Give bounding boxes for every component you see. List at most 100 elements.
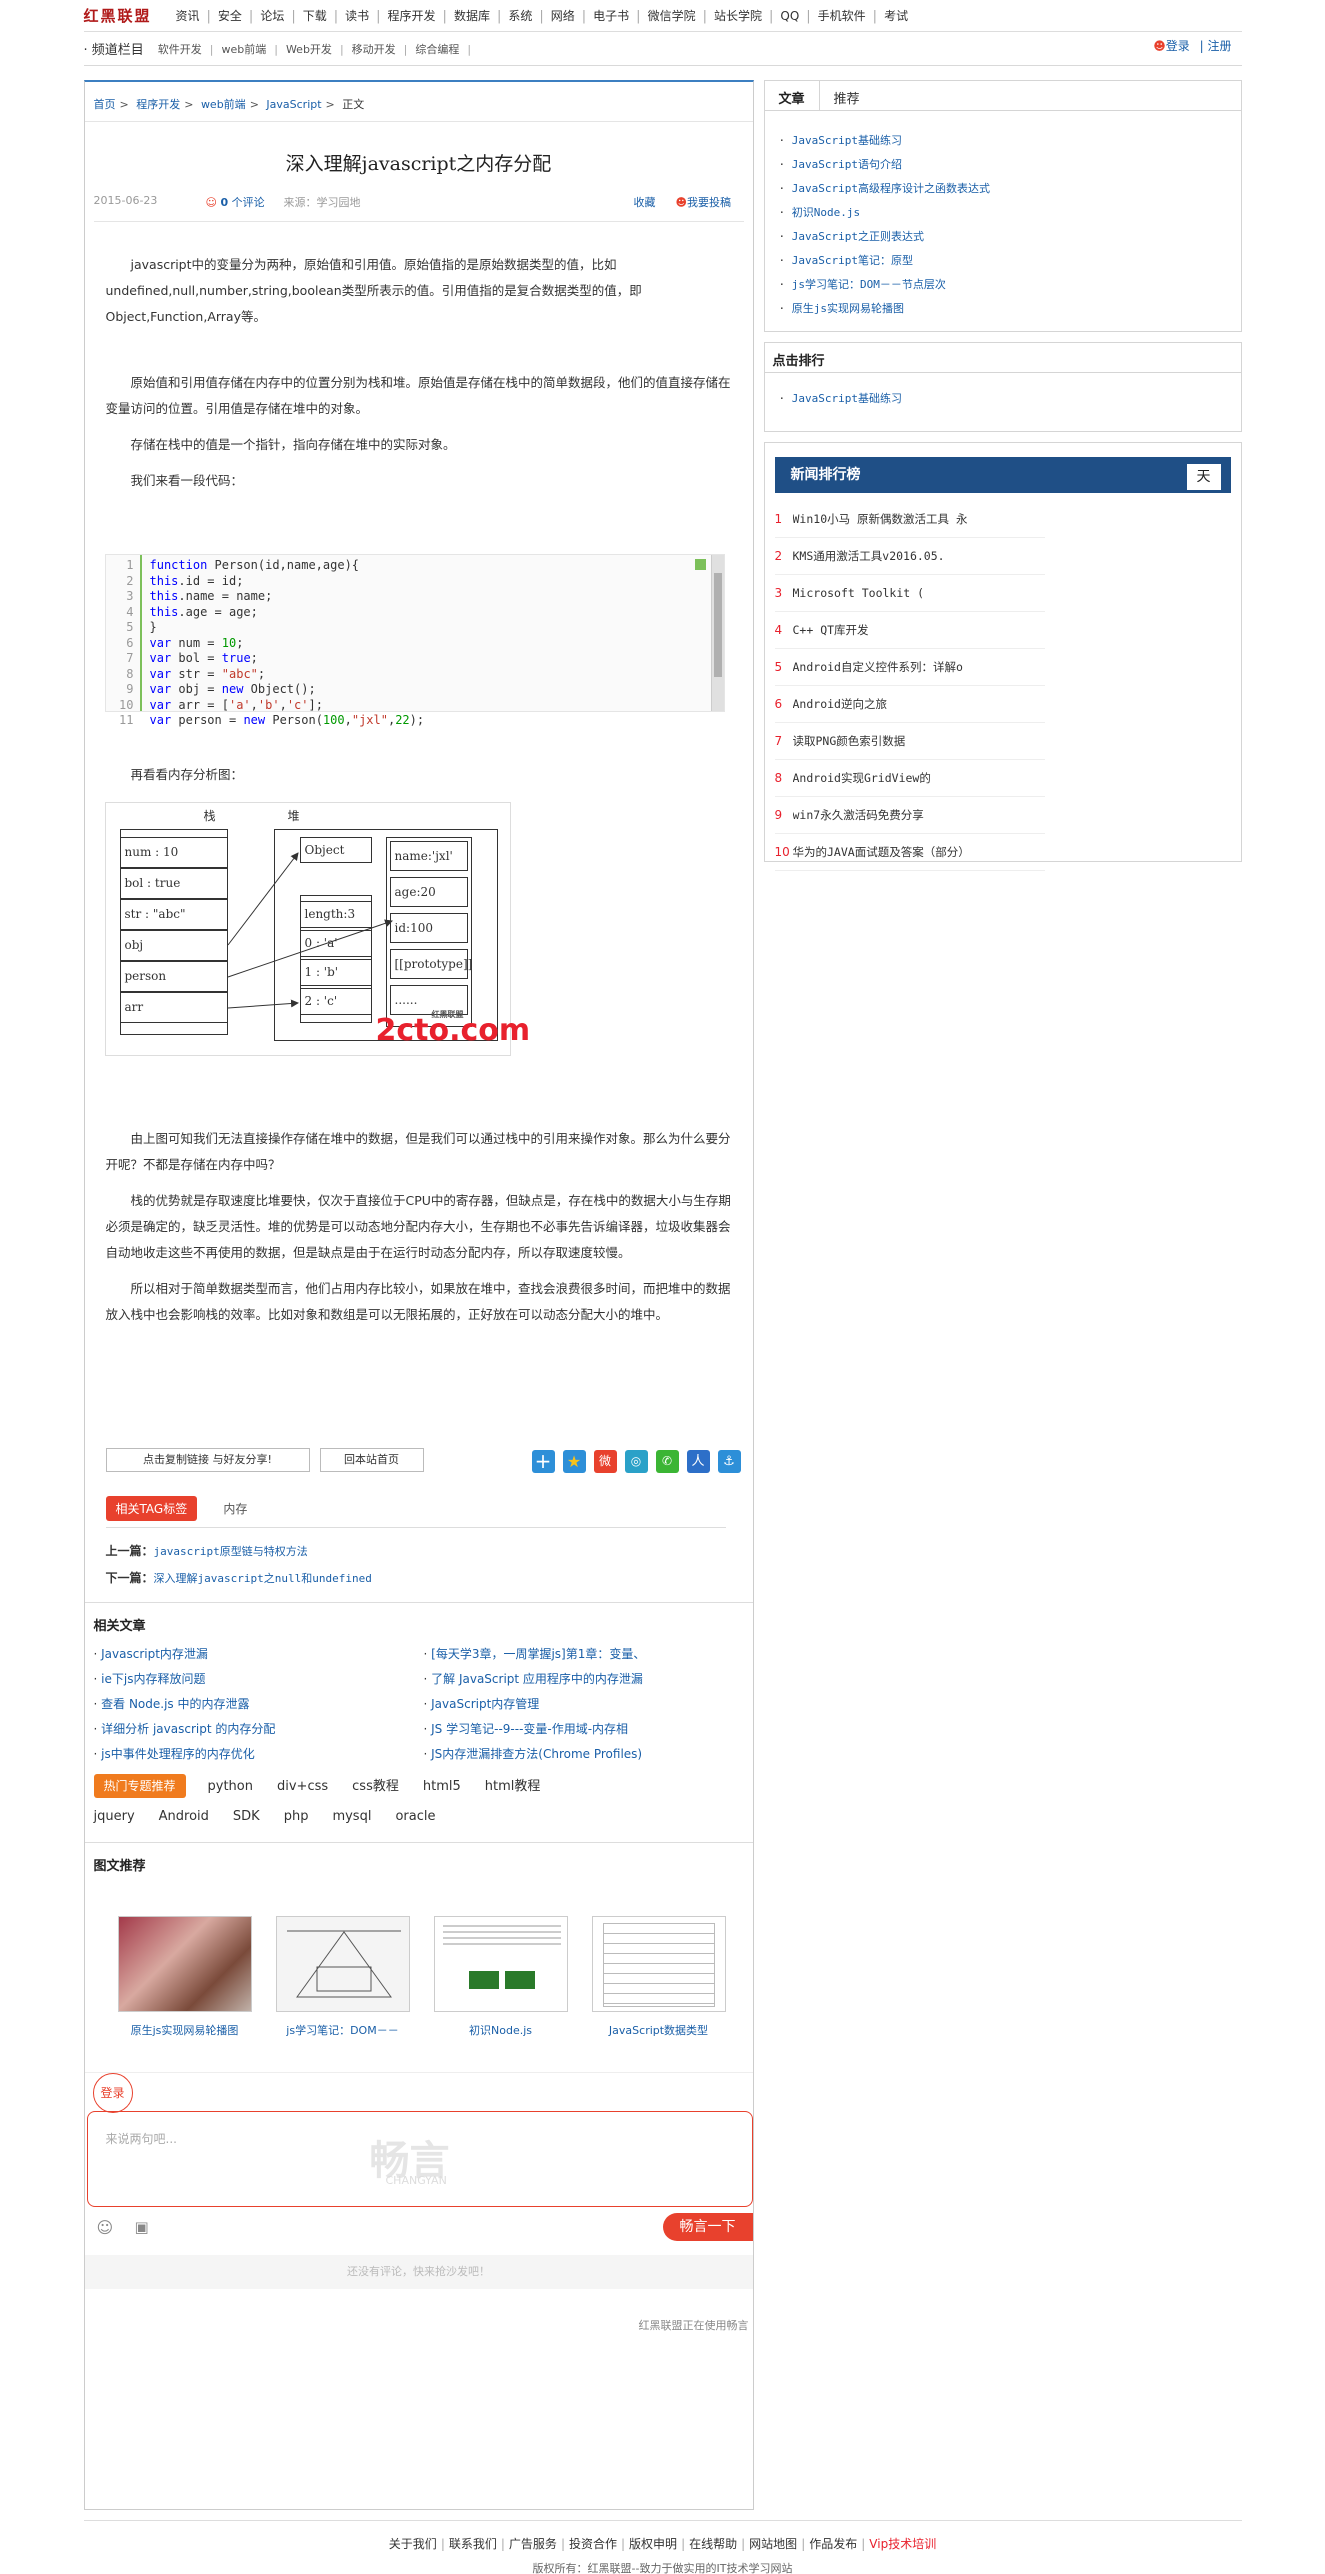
- sidebar-article-link[interactable]: JavaScript基础练习: [779, 129, 1227, 153]
- image-upload-icon[interactable]: ▣: [135, 2218, 149, 2236]
- crumb-home[interactable]: 首页: [94, 98, 116, 111]
- related-article-link[interactable]: JS内存泄漏排查方法(Chrome Profiles): [424, 1745, 734, 1762]
- footer-link[interactable]: 网站地图: [749, 2537, 797, 2551]
- tab-articles[interactable]: 文章: [764, 81, 820, 110]
- sidebar-article-link[interactable]: JavaScript高级程序设计之函数表达式: [779, 177, 1227, 201]
- subnav-item[interactable]: 软件开发: [158, 43, 202, 56]
- tag-item[interactable]: 内存: [223, 1502, 247, 1516]
- favorite-link[interactable]: 收藏: [634, 194, 656, 210]
- click-rank-link[interactable]: JavaScript基础练习: [779, 387, 1227, 411]
- weibo-share-icon[interactable]: 微: [593, 1450, 617, 1473]
- news-item[interactable]: 9 win7永久激活码免费分享: [774, 797, 1045, 834]
- footer-vip-link[interactable]: Vip技术培训: [869, 2537, 936, 2551]
- related-article-link[interactable]: 查看 Node.js 中的内存泄露: [94, 1695, 424, 1712]
- related-article-link[interactable]: JS 学习笔记--9---变量-作用域-内存相: [424, 1720, 734, 1737]
- hot-topic-link[interactable]: php: [284, 1809, 309, 1824]
- share-more-icon[interactable]: +: [531, 1450, 555, 1473]
- code-scrollbar[interactable]: [710, 555, 724, 711]
- related-article-link[interactable]: 了解 JavaScript 应用程序中的内存泄漏: [424, 1670, 734, 1687]
- topnav-item[interactable]: 手机软件: [818, 9, 866, 23]
- comment-input[interactable]: 来说两句吧... 畅言 CHANGYAN: [86, 2111, 753, 2207]
- contribute-link[interactable]: ☻我要投稿: [676, 194, 731, 210]
- news-tab-day[interactable]: 天: [1186, 464, 1221, 490]
- topnav-item[interactable]: 电子书: [593, 9, 629, 23]
- topnav-item[interactable]: 微信学院: [648, 9, 696, 23]
- thumbnail-card[interactable]: JavaScript数据类型: [580, 1916, 738, 2038]
- news-item[interactable]: 10 华为的JAVA面试题及答案（部分）: [774, 834, 1045, 871]
- topnav-item[interactable]: 资讯: [176, 9, 200, 23]
- sidebar-article-link[interactable]: JavaScript之正则表达式: [779, 225, 1227, 249]
- news-item[interactable]: 3 Microsoft Toolkit (: [774, 575, 1045, 612]
- subnav-item[interactable]: 移动开发: [352, 43, 396, 56]
- emoji-icon[interactable]: ☺: [97, 2218, 114, 2237]
- news-item[interactable]: 4 C++ QT库开发: [774, 612, 1045, 649]
- hot-topic-link[interactable]: python: [208, 1779, 253, 1794]
- copy-code-icon[interactable]: [694, 559, 706, 570]
- topnav-item[interactable]: 安全: [218, 9, 242, 23]
- subnav-item[interactable]: Web开发: [286, 43, 332, 56]
- topnav-item[interactable]: QQ: [780, 9, 799, 23]
- related-article-link[interactable]: Javascript内存泄漏: [94, 1645, 424, 1662]
- hot-topic-link[interactable]: html教程: [485, 1779, 541, 1794]
- news-item[interactable]: 8 Android实现GridView的: [774, 760, 1045, 797]
- news-item[interactable]: 2 KMS通用激活工具v2016.05.: [774, 538, 1045, 575]
- comment-count[interactable]: ☺ 0 个评论: [206, 194, 265, 210]
- hot-topic-link[interactable]: oracle: [395, 1809, 435, 1824]
- crumb-dev[interactable]: 程序开发: [136, 98, 180, 111]
- thumbnail-card[interactable]: 原生js实现网易轮播图: [106, 1916, 264, 2038]
- hot-topic-link[interactable]: SDK: [233, 1809, 260, 1824]
- related-article-link[interactable]: JavaScript内存管理: [424, 1695, 734, 1712]
- sidebar-article-link[interactable]: 初识Node.js: [779, 201, 1227, 225]
- subnav-item[interactable]: web前端: [221, 43, 266, 56]
- news-item[interactable]: 7 读取PNG颜色索引数据: [774, 723, 1045, 760]
- hot-topic-link[interactable]: div+css: [277, 1779, 328, 1794]
- topnav-item[interactable]: 系统: [508, 9, 532, 23]
- tab-recommend[interactable]: 推荐: [820, 81, 874, 110]
- footer-link[interactable]: 版权申明: [629, 2537, 677, 2551]
- news-item[interactable]: 6 Android逆向之旅: [774, 686, 1045, 723]
- comment-login-button[interactable]: 登录: [92, 2073, 133, 2113]
- topnav-item[interactable]: 读书: [345, 9, 369, 23]
- home-button[interactable]: 回本站首页: [319, 1448, 424, 1472]
- related-article-link[interactable]: js中事件处理程序的内存优化: [94, 1745, 424, 1762]
- footer-link[interactable]: 投资合作: [569, 2537, 617, 2551]
- sidebar-article-link[interactable]: 原生js实现网易轮播图: [779, 297, 1227, 321]
- baidu-share-icon[interactable]: ⚓: [717, 1450, 741, 1473]
- topnav-item[interactable]: 论坛: [260, 9, 284, 23]
- topnav-item[interactable]: 下载: [303, 9, 327, 23]
- thumbnail-card[interactable]: 初识Node.js: [422, 1916, 580, 2038]
- login-link[interactable]: 登录: [1166, 39, 1190, 53]
- topnav-item[interactable]: 网络: [551, 9, 575, 23]
- qzone-share-icon[interactable]: ★: [562, 1450, 586, 1473]
- site-logo[interactable]: 红黑联盟: [84, 5, 176, 26]
- footer-link[interactable]: 在线帮助: [689, 2537, 737, 2551]
- news-item[interactable]: 5 Android自定义控件系列：详解o: [774, 649, 1045, 686]
- renren-share-icon[interactable]: 人: [686, 1450, 710, 1473]
- hot-topic-link[interactable]: html5: [423, 1779, 461, 1794]
- hot-topic-link[interactable]: Android: [159, 1809, 209, 1824]
- next-article-link[interactable]: 深入理解javascript之null和undefined: [154, 1572, 372, 1585]
- sidebar-article-link[interactable]: js学习笔记：DOM－－节点层次: [779, 273, 1227, 297]
- footer-link[interactable]: 关于我们: [389, 2537, 437, 2551]
- footer-link[interactable]: 广告服务: [509, 2537, 557, 2551]
- register-link[interactable]: 注册: [1207, 39, 1231, 53]
- hot-topic-link[interactable]: mysql: [332, 1809, 371, 1824]
- post-comment-button[interactable]: 畅言一下: [662, 2213, 753, 2241]
- copy-link-button[interactable]: 点击复制链接 与好友分享!: [105, 1448, 310, 1472]
- wechat-share-icon[interactable]: ✆: [655, 1450, 679, 1473]
- hot-topic-link[interactable]: jquery: [94, 1809, 135, 1824]
- topnav-item[interactable]: 数据库: [454, 9, 490, 23]
- hot-topic-link[interactable]: css教程: [352, 1779, 399, 1794]
- crumb-js[interactable]: JavaScript: [266, 98, 321, 111]
- related-article-link[interactable]: 详细分析 javascript 的内存分配: [94, 1720, 424, 1737]
- topnav-item[interactable]: 程序开发: [388, 9, 436, 23]
- footer-link[interactable]: 作品发布: [809, 2537, 857, 2551]
- prev-article-link[interactable]: javascript原型链与特权方法: [154, 1545, 308, 1558]
- footer-link[interactable]: 联系我们: [449, 2537, 497, 2551]
- topnav-item[interactable]: 站长学院: [714, 9, 762, 23]
- sidebar-article-link[interactable]: JavaScript笔记：原型: [779, 249, 1227, 273]
- related-article-link[interactable]: ie下js内存释放问题: [94, 1670, 424, 1687]
- related-article-link[interactable]: [每天学3章，一周掌握js]第1章：变量、: [424, 1645, 734, 1662]
- topnav-item[interactable]: 考试: [884, 9, 908, 23]
- subnav-item[interactable]: 综合编程: [415, 43, 459, 56]
